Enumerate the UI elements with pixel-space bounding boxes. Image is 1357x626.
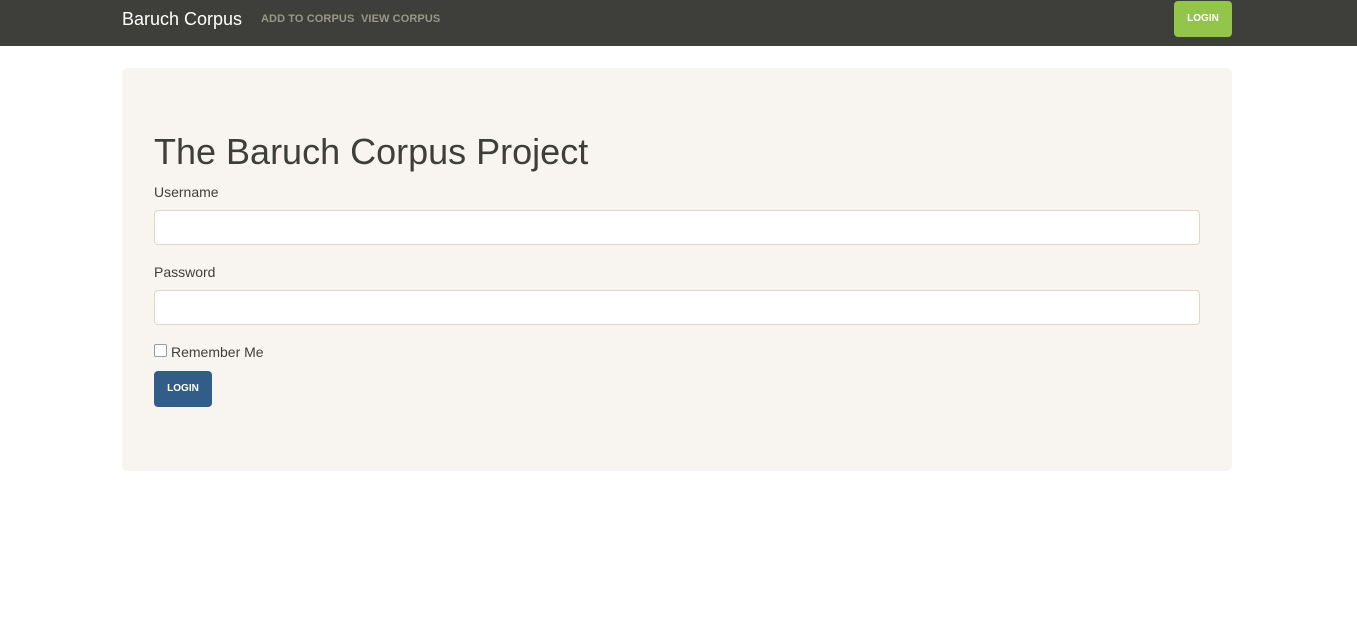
navbar-login-button[interactable]: LOGIN [1174,1,1232,37]
remember-me-checkbox[interactable] [154,344,167,357]
login-submit-button[interactable]: LOGIN [154,371,212,407]
nav-add-to-corpus[interactable]: ADD TO CORPUS [261,12,354,26]
username-input[interactable] [154,210,1200,245]
page-title: The Baruch Corpus Project [154,131,589,172]
top-navbar: Baruch Corpus ADD TO CORPUS VIEW CORPUS … [0,0,1357,46]
password-label: Password [154,264,216,280]
username-label: Username [154,184,219,200]
password-input[interactable] [154,290,1200,325]
remember-me-label[interactable]: Remember Me [171,343,264,361]
nav-view-corpus[interactable]: VIEW CORPUS [361,12,440,26]
login-panel: The Baruch Corpus Project Username Passw… [122,68,1232,471]
brand-link[interactable]: Baruch Corpus [122,8,242,30]
